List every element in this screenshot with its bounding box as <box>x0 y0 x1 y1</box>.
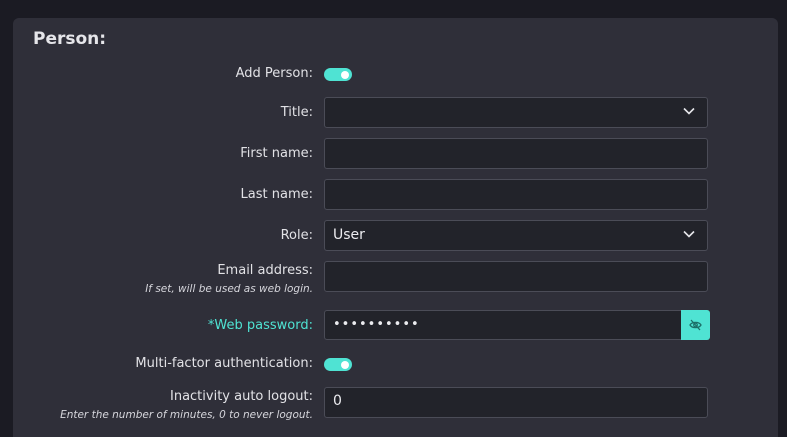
add-person-label: Add Person: <box>235 66 313 81</box>
person-panel: Person: Add Person: Title: First name: L… <box>13 18 778 437</box>
last-name-input[interactable] <box>324 179 708 210</box>
email-label: Email address: <box>217 263 313 278</box>
inactivity-input[interactable]: 0 <box>324 387 708 418</box>
role-select-value: User <box>333 227 365 243</box>
last-name-label: Last name: <box>240 187 313 202</box>
mfa-label: Multi-factor authentication: <box>135 356 313 371</box>
section-title: Person: <box>33 29 107 49</box>
web-password-label: *Web password: <box>207 318 313 333</box>
toggle-knob <box>341 360 349 369</box>
add-person-toggle[interactable] <box>324 68 352 81</box>
toggle-password-visibility-button[interactable] <box>681 310 710 340</box>
role-select[interactable]: User <box>324 220 708 251</box>
title-select[interactable] <box>324 97 708 128</box>
mfa-toggle[interactable] <box>324 358 352 371</box>
eye-slash-icon <box>689 319 702 331</box>
toggle-knob <box>341 70 349 79</box>
first-name-input[interactable] <box>324 138 708 169</box>
email-input[interactable] <box>324 261 708 292</box>
chevron-down-icon <box>683 230 695 238</box>
first-name-label: First name: <box>240 146 313 161</box>
web-password-input[interactable]: •••••••••• <box>324 310 682 340</box>
role-label: Role: <box>280 228 313 243</box>
email-hint: If set, will be used as web login. <box>145 283 313 295</box>
inactivity-label: Inactivity auto logout: <box>170 389 313 404</box>
inactivity-hint: Enter the number of minutes, 0 to never … <box>60 409 313 421</box>
title-label: Title: <box>280 105 313 120</box>
chevron-down-icon <box>683 107 695 115</box>
